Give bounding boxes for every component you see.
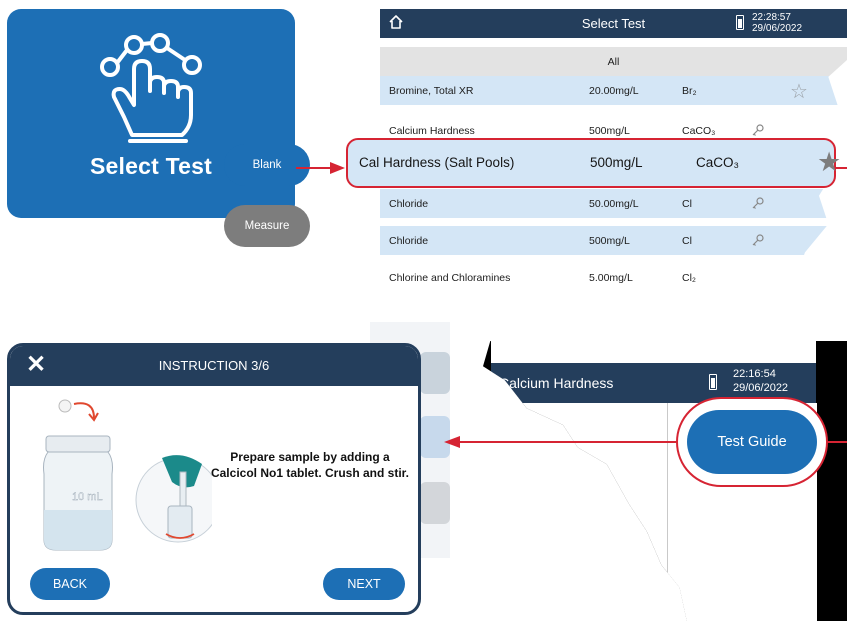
filter-all[interactable]: All (380, 47, 847, 76)
test-range: 20.00mg/L (589, 85, 639, 97)
test-name: Bromine, Total XR (389, 85, 474, 97)
clock-date: 29/06/2022 (752, 23, 803, 34)
key-icon (752, 124, 764, 136)
test-row[interactable]: Chloride 500mg/L Cl (380, 226, 847, 255)
instruction-header: ✕ INSTRUCTION 3/6 (10, 346, 418, 386)
test-row[interactable]: Bromine, Total XR 20.00mg/L Br₂ ☆ (380, 76, 847, 105)
test-name: Chloride (389, 198, 429, 210)
instruction-text: Prepare sample by adding a Calcicol No1 … (210, 450, 410, 480)
test-name: Chloride (389, 235, 429, 247)
test-formula: Cl (682, 198, 692, 210)
test-range: 500mg/L (589, 235, 630, 247)
test-formula: CaCO₃ (682, 125, 716, 137)
highlighted-test-name: Cal Hardness (Salt Pools) (359, 155, 515, 170)
measure-button[interactable]: Measure (224, 205, 310, 247)
instruction-fragment: ple & (521, 437, 567, 459)
blank-button[interactable]: Blank (224, 144, 310, 186)
instruction-title: INSTRUCTION 3/6 (158, 358, 270, 373)
key-icon (752, 197, 764, 209)
highlighted-test-range: 500mg/L (590, 155, 643, 170)
test-range: 50.00mg/L (589, 198, 639, 210)
favorite-star-icon[interactable]: ☆ (790, 79, 808, 104)
volume-mark: 10 mL (72, 491, 103, 503)
test-row[interactable]: Chlorine and Chloramines 5.00mg/L Cl₂ (380, 263, 847, 292)
clock-date: 29/06/2022 (733, 382, 789, 394)
highlighted-test-row[interactable]: Cal Hardness (Salt Pools) 500mg/L CaCO₃ … (346, 138, 841, 188)
select-test-tile[interactable]: Select Test (7, 9, 295, 218)
test-row[interactable]: Chloride 50.00mg/L Cl (380, 189, 847, 218)
filter-all-label: All (607, 56, 620, 68)
test-guide-button[interactable]: Test Guide (687, 410, 817, 474)
test-formula: Br₂ (682, 85, 697, 97)
test-formula: Cl₂ (682, 272, 696, 284)
back-button[interactable]: BACK (30, 568, 110, 600)
clock-time: 22:28:57 (752, 12, 791, 23)
battery-icon (709, 374, 717, 390)
next-button[interactable]: NEXT (323, 568, 405, 600)
highlighted-test-formula: CaCO₃ (696, 155, 740, 170)
sample-illustration: 10 mL (43, 399, 212, 551)
test-formula: Cl (682, 235, 692, 247)
device-clock: 22:16:54 29/06/2022 (733, 367, 788, 395)
clock-time: 22:16:54 (733, 368, 776, 380)
key-icon (752, 234, 764, 246)
device-title: Calcium Hardness (499, 375, 614, 391)
clock: 22:28:57 29/06/2022 (752, 12, 802, 34)
battery-icon (736, 15, 744, 30)
test-name: Calcium Hardness (389, 125, 475, 137)
test-range: 500mg/L (589, 125, 630, 137)
instruction-dialog: ✕ INSTRUCTION 3/6 10 mL Prepare sample b… (7, 343, 421, 615)
tap-hand-icon (100, 33, 202, 143)
favorite-star-filled-icon[interactable]: ★ (817, 147, 841, 178)
test-guide-callout: Test Guide (676, 397, 828, 487)
select-test-header: Select Test 22:28:57 29/06/2022 (380, 9, 847, 38)
test-range: 5.00mg/L (589, 272, 633, 284)
test-name: Chlorine and Chloramines (389, 272, 511, 284)
